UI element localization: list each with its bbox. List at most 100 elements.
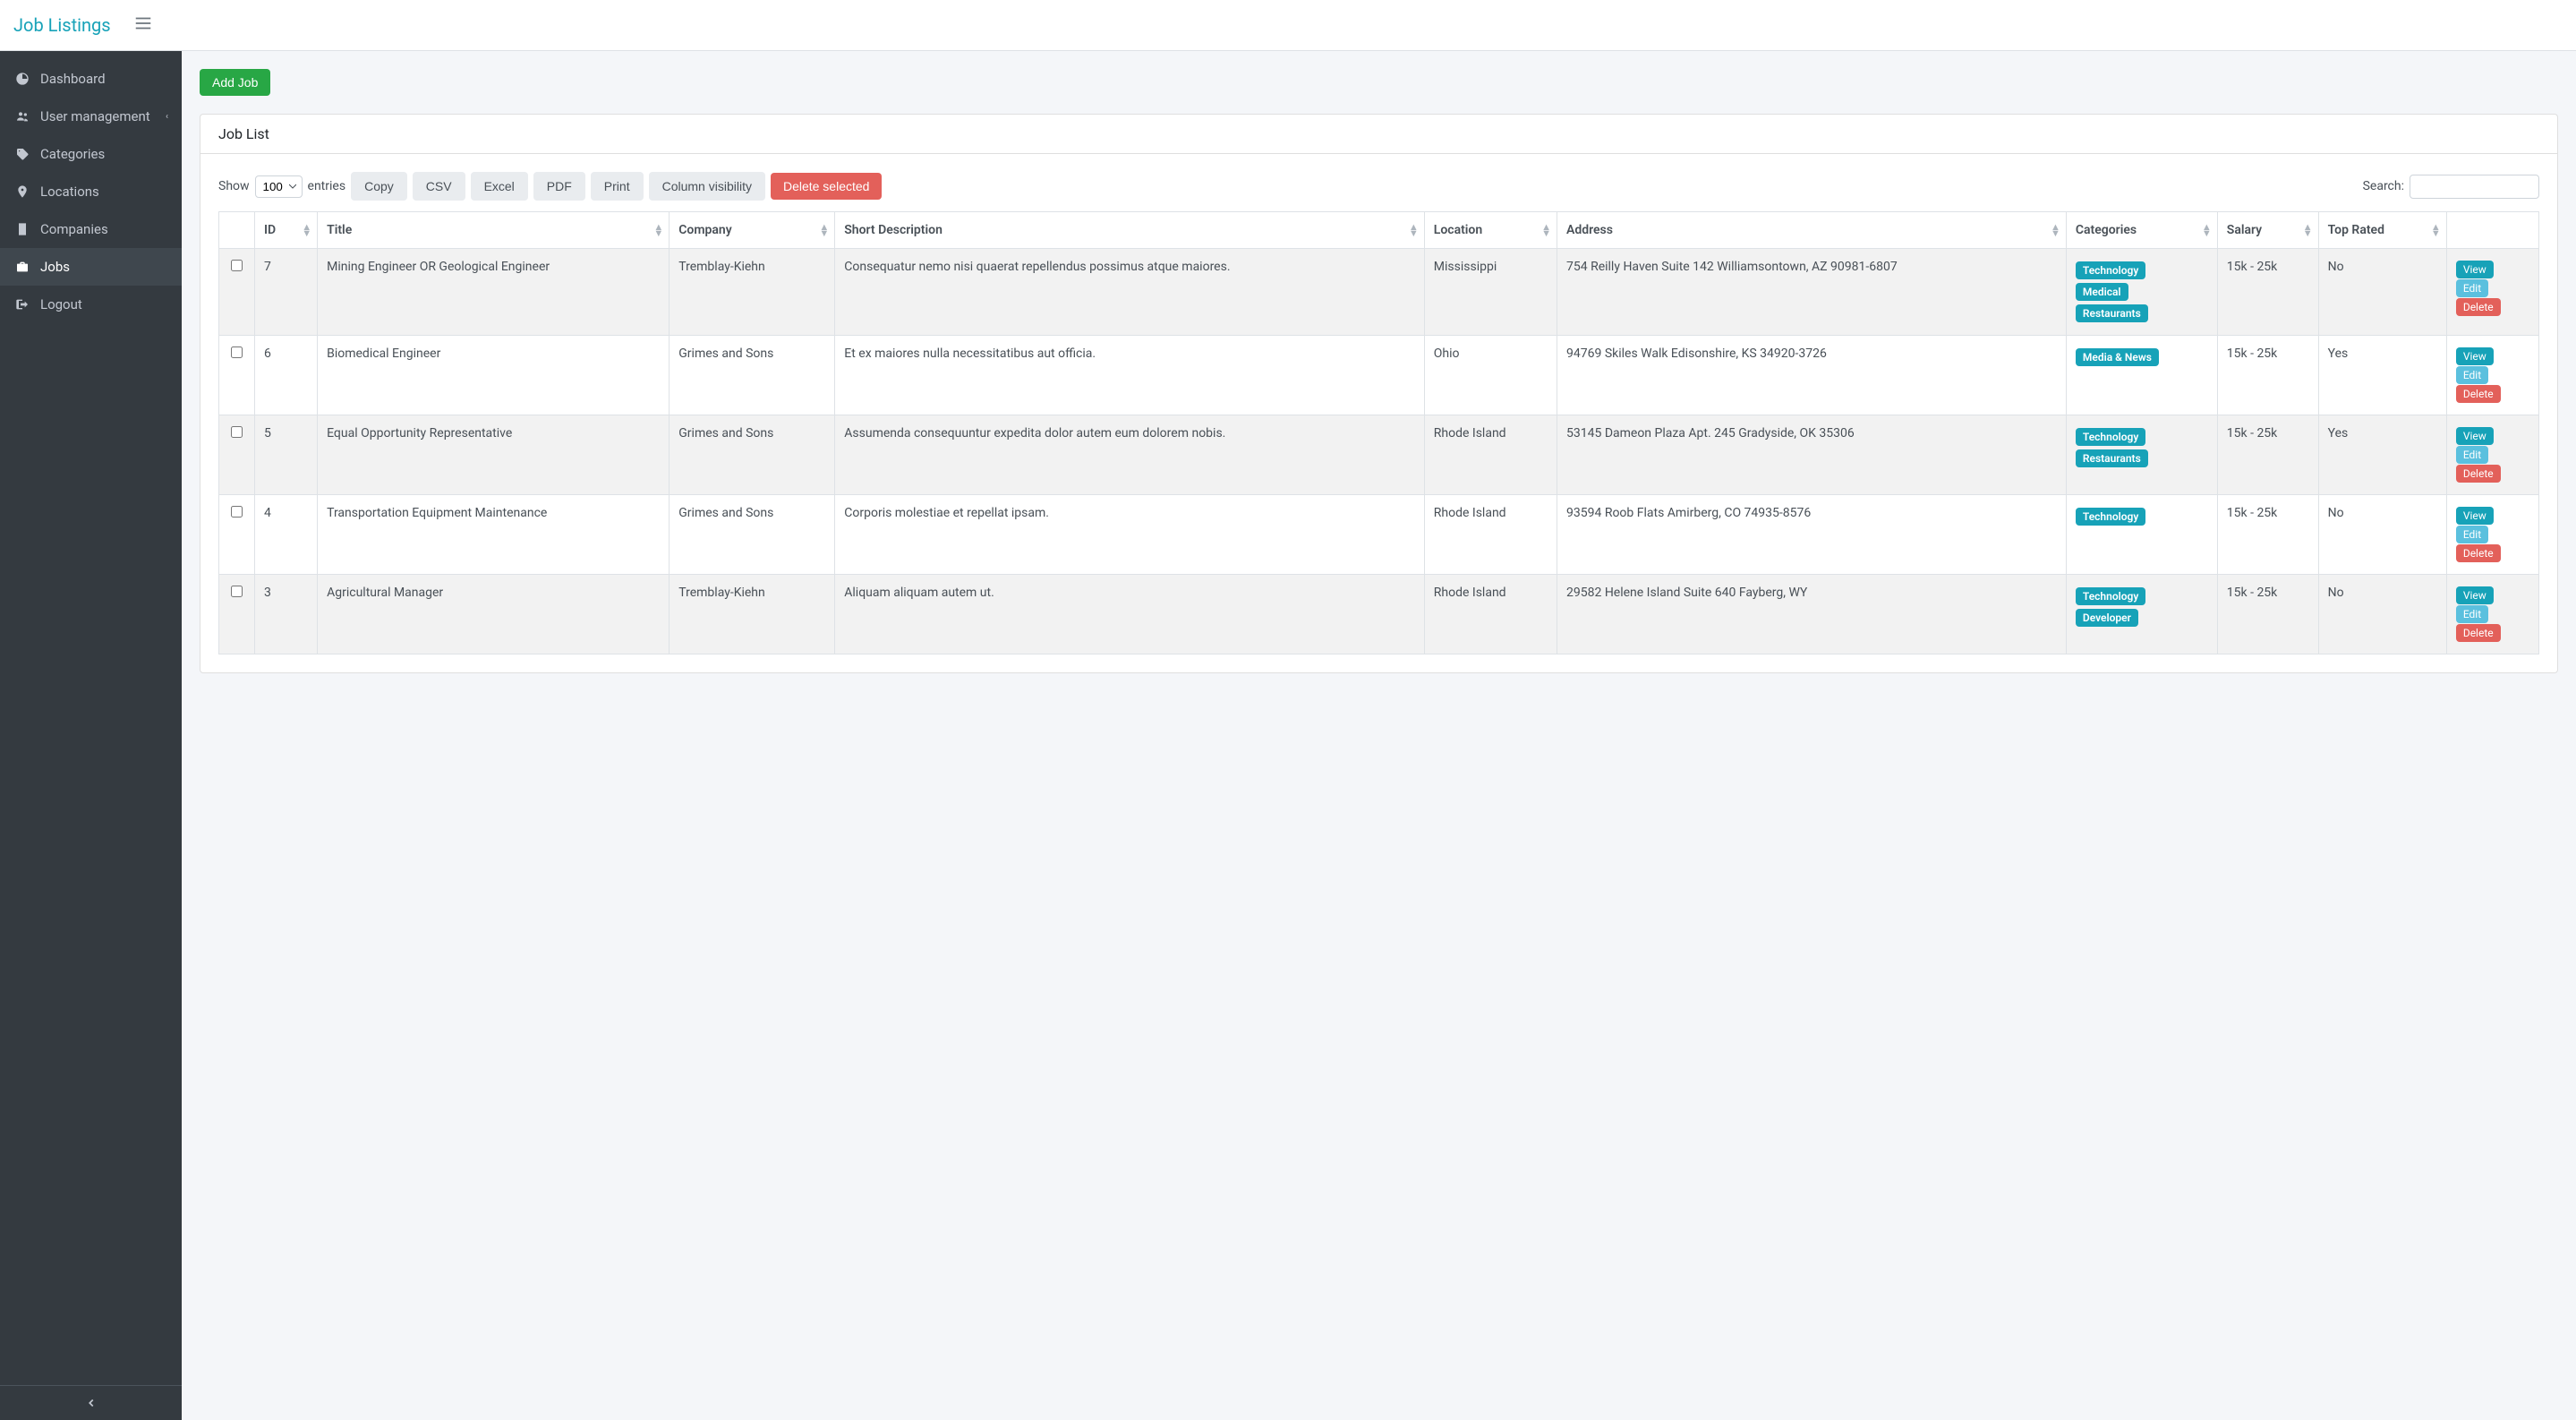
row-checkbox[interactable] <box>231 586 243 597</box>
cell-topRated: No <box>2318 575 2446 654</box>
view-button[interactable]: View <box>2456 427 2494 445</box>
sort-icon: ▲▼ <box>653 224 663 236</box>
category-badge: Restaurants <box>2076 304 2148 322</box>
sidebar-item-categories[interactable]: Categories <box>0 135 182 173</box>
sidebar-item-label: Companies <box>40 221 108 237</box>
sort-icon: ▲▼ <box>2431 224 2441 236</box>
cell-id: 4 <box>255 495 318 575</box>
sidebar-item-logout[interactable]: Logout <box>0 286 182 323</box>
col-desc[interactable]: Short Description ▲▼ <box>835 212 1425 249</box>
view-button[interactable]: View <box>2456 261 2494 278</box>
cell-title: Equal Opportunity Representative <box>318 415 670 495</box>
delete-button[interactable]: Delete <box>2456 298 2501 316</box>
cell-categories: Media & News <box>2066 336 2217 415</box>
col-company[interactable]: Company▲▼ <box>670 212 835 249</box>
copy-button[interactable]: Copy <box>351 172 407 201</box>
row-checkbox[interactable] <box>231 346 243 358</box>
search-label: Search: <box>2363 179 2404 193</box>
brand-link[interactable]: Job Listings <box>13 14 111 36</box>
col-toprated[interactable]: Top Rated▲▼ <box>2318 212 2446 249</box>
cell-actions: ViewEditDelete <box>2446 336 2538 415</box>
sort-icon: ▲▼ <box>819 224 829 236</box>
row-checkbox[interactable] <box>231 260 243 271</box>
entries-label: entries <box>308 179 346 193</box>
category-badge: Technology <box>2076 261 2145 279</box>
card-header: Job List <box>200 115 2557 154</box>
cell-salary: 15k - 25k <box>2217 249 2318 336</box>
cell-title: Transportation Equipment Maintenance <box>318 495 670 575</box>
cell-location: Rhode Island <box>1424 415 1557 495</box>
chevron-left-icon <box>85 1397 98 1409</box>
cell-actions: ViewEditDelete <box>2446 495 2538 575</box>
excel-button[interactable]: Excel <box>471 172 528 201</box>
sidebar-collapse-button[interactable] <box>0 1385 182 1420</box>
cell-address: 29582 Helene Island Suite 640 Fayberg, W… <box>1557 575 2067 654</box>
sort-icon: ▲▼ <box>2202 224 2212 236</box>
entries-select[interactable]: 100 <box>255 175 303 198</box>
sort-icon: ▲▼ <box>2051 224 2060 236</box>
cell-company: Tremblay-Kiehn <box>670 575 835 654</box>
col-id[interactable]: ID▲▼ <box>255 212 318 249</box>
col-salary[interactable]: Salary▲▼ <box>2217 212 2318 249</box>
print-button[interactable]: Print <box>591 172 644 201</box>
building-icon <box>13 222 31 236</box>
show-label: Show <box>218 179 250 193</box>
card-body: Show 100 entries Copy CSV Excel PDF Prin… <box>200 154 2557 672</box>
col-checkbox <box>219 212 255 249</box>
csv-button[interactable]: CSV <box>413 172 465 201</box>
view-button[interactable]: View <box>2456 586 2494 604</box>
sidebar-item-user-management[interactable]: User management‹ <box>0 98 182 135</box>
hamburger-toggle[interactable] <box>129 9 158 41</box>
dashboard-icon <box>13 72 31 86</box>
delete-button[interactable]: Delete <box>2456 624 2501 642</box>
delete-button[interactable]: Delete <box>2456 385 2501 403</box>
edit-button[interactable]: Edit <box>2456 605 2488 623</box>
sidebar-item-companies[interactable]: Companies <box>0 210 182 248</box>
sidebar-item-locations[interactable]: Locations <box>0 173 182 210</box>
job-list-card: Job List Show 100 entries Copy CSV Excel… <box>200 114 2558 673</box>
cell-id: 3 <box>255 575 318 654</box>
col-categories[interactable]: Categories▲▼ <box>2066 212 2217 249</box>
cell-categories: TechnologyMedicalRestaurants <box>2066 249 2217 336</box>
sidebar-item-dashboard[interactable]: Dashboard <box>0 60 182 98</box>
row-checkbox-cell <box>219 336 255 415</box>
view-button[interactable]: View <box>2456 347 2494 365</box>
row-checkbox[interactable] <box>231 506 243 518</box>
sort-icon: ▲▼ <box>2303 224 2313 236</box>
cell-categories: TechnologyRestaurants <box>2066 415 2217 495</box>
delete-selected-button[interactable]: Delete selected <box>771 173 883 200</box>
pin-icon <box>13 184 31 199</box>
column-visibility-button[interactable]: Column visibility <box>649 172 765 201</box>
search-input[interactable] <box>2410 175 2539 199</box>
category-badge: Technology <box>2076 508 2145 526</box>
view-button[interactable]: View <box>2456 507 2494 525</box>
cell-title: Mining Engineer OR Geological Engineer <box>318 249 670 336</box>
col-desc-label: Short Description <box>844 223 943 237</box>
add-job-button[interactable]: Add Job <box>200 69 270 96</box>
edit-button[interactable]: Edit <box>2456 279 2488 297</box>
cell-salary: 15k - 25k <box>2217 336 2318 415</box>
edit-button[interactable]: Edit <box>2456 526 2488 543</box>
cell-address: 94769 Skiles Walk Edisonshire, KS 34920-… <box>1557 336 2067 415</box>
row-checkbox[interactable] <box>231 426 243 438</box>
sidebar-item-jobs[interactable]: Jobs <box>0 248 182 286</box>
pdf-button[interactable]: PDF <box>533 172 585 201</box>
sidebar-nav: DashboardUser management‹Categories Locat… <box>0 51 182 1385</box>
col-address[interactable]: Address▲▼ <box>1557 212 2067 249</box>
row-checkbox-cell <box>219 415 255 495</box>
users-icon <box>13 109 31 124</box>
edit-button[interactable]: Edit <box>2456 366 2488 384</box>
delete-button[interactable]: Delete <box>2456 544 2501 562</box>
menu-icon <box>133 13 153 33</box>
sidebar-item-label: Locations <box>40 184 99 200</box>
col-title[interactable]: Title▲▼ <box>318 212 670 249</box>
main-content: Add Job Job List Show 100 entries Copy C… <box>182 51 2576 691</box>
table-row: 5Equal Opportunity RepresentativeGrimes … <box>219 415 2539 495</box>
edit-button[interactable]: Edit <box>2456 446 2488 464</box>
col-location[interactable]: Location▲▼ <box>1424 212 1557 249</box>
delete-button[interactable]: Delete <box>2456 465 2501 483</box>
cell-desc: Corporis molestiae et repellat ipsam. <box>835 495 1425 575</box>
sort-icon: ▲▼ <box>302 224 311 236</box>
row-checkbox-cell <box>219 575 255 654</box>
sort-icon: ▲▼ <box>1409 224 1419 236</box>
